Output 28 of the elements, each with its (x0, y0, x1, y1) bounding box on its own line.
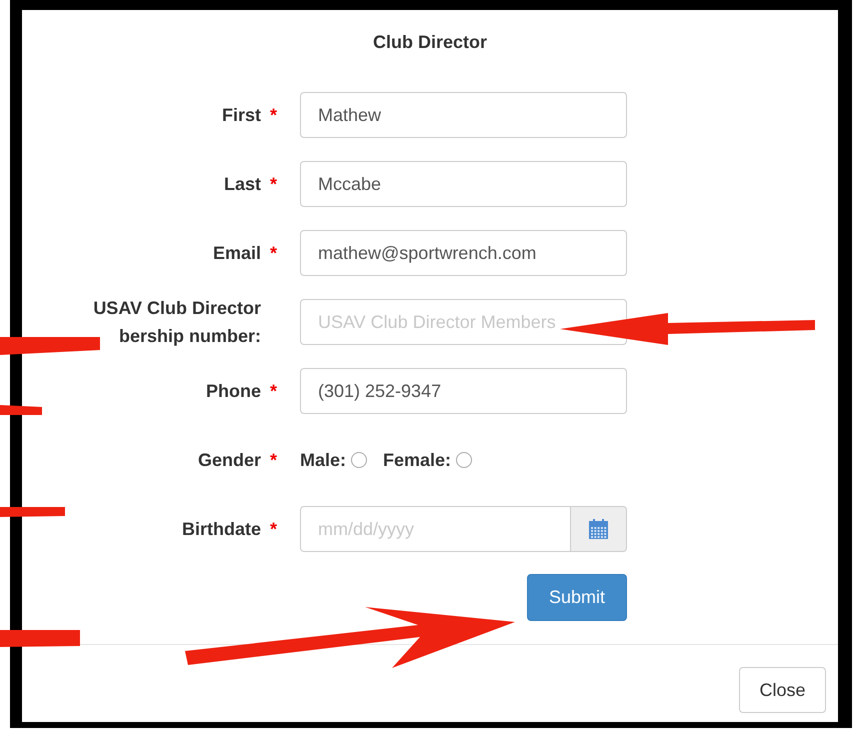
input-field[interactable]: Mccabe (300, 161, 627, 207)
radio-button[interactable] (351, 452, 368, 468)
dialog-title: Club Director (372, 31, 487, 53)
field-label: First (222, 104, 261, 127)
field-label: Last (224, 173, 261, 196)
required-mark: * (270, 174, 278, 194)
submit-button[interactable]: Submit (527, 574, 627, 621)
required-mark: * (270, 518, 278, 540)
radio-label: Female: (383, 450, 452, 470)
radio-label: Male: (300, 450, 346, 470)
input-field[interactable]: mathew@sportwrench.com (300, 230, 627, 276)
field-label: USAV Club Director bership number: (93, 297, 261, 348)
input-field[interactable]: (301) 252-9347 (300, 368, 627, 414)
radio-button[interactable] (456, 452, 472, 468)
required-mark: * (270, 242, 278, 264)
field-label: Email (212, 242, 261, 265)
field-label: Phone (206, 380, 261, 403)
annotation-stroke-drawing (0, 507, 65, 517)
calendar-button[interactable] (571, 506, 627, 552)
field-label: Gender (198, 449, 261, 472)
input-field[interactable]: Mathew (300, 92, 627, 138)
close-button[interactable]: Close (739, 667, 826, 713)
required-mark: * (270, 104, 278, 126)
field-label: Birthdate (182, 518, 261, 541)
calendar-icon (589, 519, 608, 539)
required-mark: * (270, 450, 278, 470)
required-mark: * (270, 380, 278, 402)
annotation-stroke-drawing (0, 405, 42, 415)
